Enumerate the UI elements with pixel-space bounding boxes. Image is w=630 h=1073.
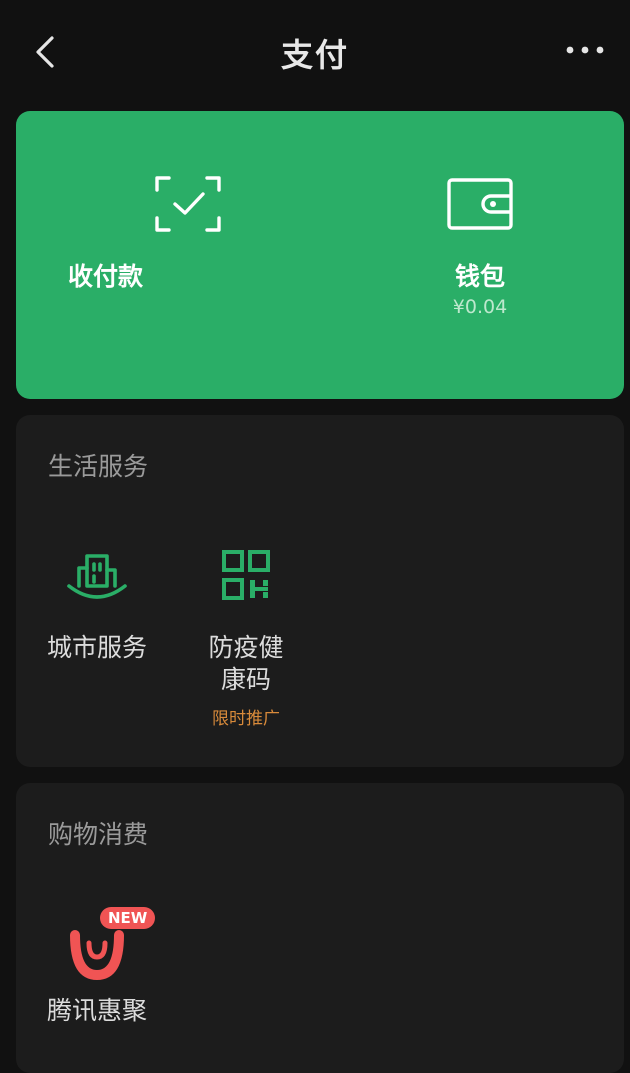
- city-building-icon: [67, 554, 127, 599]
- city-services-label: 城市服务: [46, 633, 147, 662]
- receive-payment-label: 收付款: [67, 262, 143, 291]
- life-services-title: 生活服务: [48, 452, 149, 481]
- health-code-label: 防疫健 康码: [208, 633, 284, 694]
- promo-tag: 限时推广: [212, 709, 280, 729]
- new-badge: NEW: [100, 907, 156, 929]
- shopping-title: 购物消费: [48, 820, 149, 849]
- scan-check-icon: [155, 176, 221, 232]
- life-services-card: 生活服务 城市服务 防疫健 康码 限时推广: [16, 415, 624, 767]
- qr-code-icon: [222, 550, 270, 600]
- health-code-item[interactable]: 防疫健 康码 限时推广: [181, 548, 311, 729]
- more-options-icon[interactable]: [564, 38, 606, 62]
- wallet-balance: ¥0.04: [452, 296, 508, 318]
- page-title: 支付: [280, 36, 349, 74]
- top-nav-bar: 支付: [0, 0, 630, 104]
- wallet-label: 钱包: [454, 262, 505, 291]
- wallet-button[interactable]: 钱包 ¥0.04: [320, 111, 624, 399]
- payment-hero-card: 收付款 钱包 ¥0.04: [16, 111, 624, 399]
- wallet-icon: [447, 178, 513, 230]
- tencent-huiju-item[interactable]: NEW 腾讯惠聚: [32, 907, 162, 1041]
- city-services-item[interactable]: 城市服务: [32, 548, 162, 668]
- tencent-huiju-icon: [70, 930, 124, 981]
- tencent-huiju-label: 腾讯惠聚: [46, 996, 147, 1025]
- shopping-card: 购物消费 NEW 腾讯惠聚: [16, 783, 624, 1073]
- receive-payment-button[interactable]: 收付款: [16, 111, 320, 399]
